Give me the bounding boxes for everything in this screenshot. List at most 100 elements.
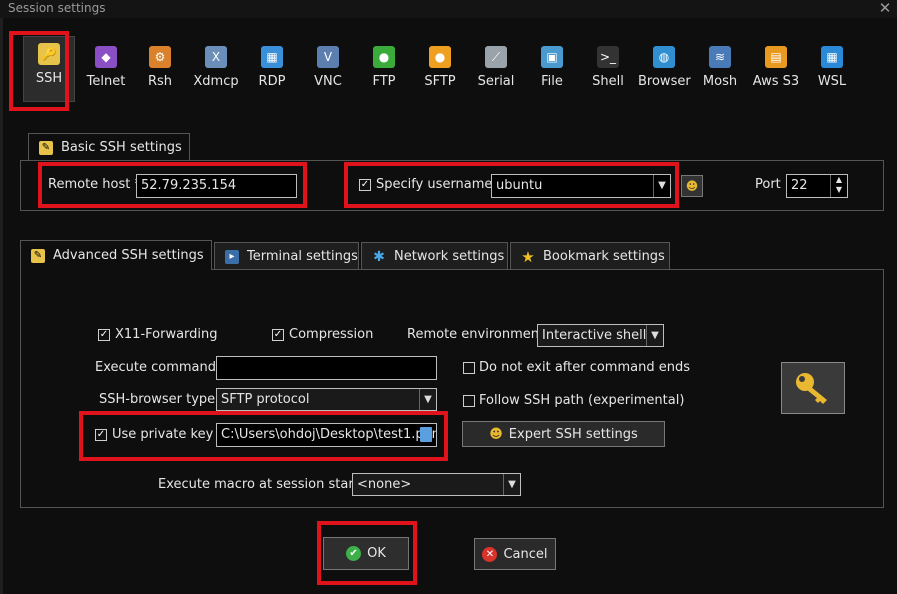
protocol-label: FTP	[372, 74, 396, 89]
protocol-file-button[interactable]: ▣ File	[526, 40, 578, 100]
protocol-aws-s3-button[interactable]: ▤ Aws S3	[750, 40, 802, 100]
ssh-browser-type-select[interactable]: SFTP protocol ▼	[216, 388, 437, 411]
mosh-icon: ≋	[709, 46, 731, 68]
vnc-icon: V	[317, 46, 339, 68]
tab-network-settings[interactable]: ✱ Network settings	[361, 242, 508, 270]
chevron-down-icon[interactable]: ▼	[419, 389, 436, 410]
tab-advanced-ssh-label: Advanced SSH settings	[53, 248, 204, 263]
execute-macro-value: <none>	[357, 477, 412, 492]
window-title: Session settings	[8, 1, 106, 15]
port-spinbox[interactable]: 22 ▲ ▼	[786, 174, 848, 198]
chevron-down-icon[interactable]: ▼	[646, 325, 663, 346]
large-key-icon	[796, 373, 827, 404]
serial-icon: ⟋	[485, 46, 507, 68]
telnet-icon: ◆	[95, 46, 117, 68]
close-icon[interactable]: ✕	[876, 0, 894, 17]
protocol-mosh-button[interactable]: ≋ Mosh	[694, 40, 746, 100]
execute-command-label: Execute command:	[95, 360, 221, 375]
remote-environment-label: Remote environment:	[407, 327, 549, 342]
tab-basic-ssh-label: Basic SSH settings	[61, 140, 182, 155]
execute-macro-select[interactable]: <none> ▼	[352, 473, 521, 496]
protocol-ftp-button[interactable]: ● FTP	[358, 40, 410, 100]
window-left-edge	[0, 18, 3, 594]
protocol-label: SFTP	[424, 74, 456, 89]
user-manager-button[interactable]: ☻	[681, 175, 703, 197]
ssh-browser-type-label: SSH-browser type:	[99, 392, 220, 407]
follow-ssh-path-checkbox[interactable]	[463, 395, 475, 407]
title-bar	[0, 0, 897, 18]
compression-checkbox[interactable]: ✓	[272, 329, 284, 341]
ssh-browser-type-value: SFTP protocol	[221, 392, 310, 407]
protocol-vnc-button[interactable]: V VNC	[302, 40, 354, 100]
cancel-button[interactable]: ✕ Cancel	[474, 538, 556, 570]
sftp-icon: ●	[429, 46, 451, 68]
protocol-label: VNC	[314, 74, 342, 89]
aws-s3-icon: ▤	[765, 46, 787, 68]
remote-environment-value: Interactive shell	[542, 328, 647, 343]
private-key-highlight-box	[79, 411, 448, 461]
chevron-down-icon[interactable]: ▼	[503, 474, 520, 495]
rsh-icon: ⚙	[149, 46, 171, 68]
key-icon: ✎	[39, 140, 53, 155]
terminal-icon: ▸	[225, 249, 239, 264]
protocol-label: Browser	[638, 74, 691, 89]
file-icon: ▣	[541, 46, 563, 68]
spin-arrows-icon[interactable]: ▲ ▼	[830, 175, 847, 197]
protocol-serial-button[interactable]: ⟋ Serial	[470, 40, 522, 100]
protocol-telnet-button[interactable]: ◆ Telnet	[80, 40, 132, 100]
do-not-exit-label: Do not exit after command ends	[479, 360, 690, 375]
shell-icon: >_	[597, 46, 619, 68]
protocol-label: RDP	[258, 74, 286, 89]
wsl-icon: ▦	[821, 46, 843, 68]
user-key-icon: ☻	[685, 179, 699, 193]
x11-forwarding-label: X11-Forwarding	[115, 327, 218, 342]
compression-label: Compression	[289, 327, 374, 342]
tab-network-label: Network settings	[394, 249, 505, 264]
protocol-browser-button[interactable]: ◍ Browser	[638, 40, 691, 100]
remote-host-highlight-box	[38, 162, 307, 208]
protocol-label: Serial	[477, 74, 515, 89]
ftp-icon: ●	[373, 46, 395, 68]
protocol-label: Xdmcp	[193, 74, 239, 89]
username-highlight-box	[344, 162, 679, 208]
protocol-label: Mosh	[702, 74, 738, 89]
tab-terminal-label: Terminal settings	[247, 249, 358, 264]
protocol-label: Aws S3	[752, 74, 800, 89]
tab-advanced-ssh-settings[interactable]: ✎ Advanced SSH settings	[20, 240, 212, 270]
cancel-x-icon: ✕	[482, 546, 498, 562]
protocol-label: Rsh	[147, 74, 173, 89]
protocol-wsl-button[interactable]: ▦ WSL	[806, 40, 858, 100]
ssh-highlight-box	[9, 31, 69, 111]
execute-command-input[interactable]	[216, 356, 437, 380]
tab-bookmark-settings[interactable]: ★ Bookmark settings	[510, 242, 670, 270]
protocol-rsh-button[interactable]: ⚙ Rsh	[134, 40, 186, 100]
protocol-sftp-button[interactable]: ● SFTP	[414, 40, 466, 100]
port-label: Port	[755, 177, 781, 192]
protocol-label: WSL	[817, 74, 847, 89]
expert-ssh-settings-button[interactable]: ☻ Expert SSH settings	[462, 421, 665, 447]
execute-macro-label: Execute macro at session start:	[158, 477, 364, 492]
network-icon: ✱	[373, 248, 385, 265]
ok-highlight-box	[317, 521, 417, 585]
active-tab-joiner	[21, 268, 211, 270]
port-value: 22	[791, 178, 808, 193]
protocol-rdp-button[interactable]: ▦ RDP	[246, 40, 298, 100]
rdp-icon: ▦	[261, 46, 283, 68]
x11-forwarding-checkbox[interactable]: ✓	[98, 329, 110, 341]
remote-environment-select[interactable]: Interactive shell ▼	[537, 324, 664, 347]
protocol-xdmcp-button[interactable]: X Xdmcp	[190, 40, 242, 100]
protocol-label: File	[541, 74, 563, 89]
tab-basic-ssh-settings[interactable]: ✎ Basic SSH settings	[28, 133, 190, 161]
xdmcp-icon: X	[205, 46, 227, 68]
tab-bookmark-label: Bookmark settings	[543, 249, 665, 264]
key-icon: ✎	[31, 248, 45, 263]
user-gear-icon: ☻	[489, 426, 503, 442]
browser-icon: ◍	[653, 46, 675, 68]
protocol-shell-button[interactable]: >_ Shell	[582, 40, 634, 100]
protocol-label: Telnet	[86, 74, 126, 89]
star-icon: ★	[521, 247, 535, 266]
ssh-key-graphic	[781, 362, 845, 414]
protocol-label: Shell	[592, 74, 624, 89]
tab-terminal-settings[interactable]: ▸ Terminal settings	[214, 242, 359, 270]
do-not-exit-checkbox[interactable]	[463, 362, 475, 374]
